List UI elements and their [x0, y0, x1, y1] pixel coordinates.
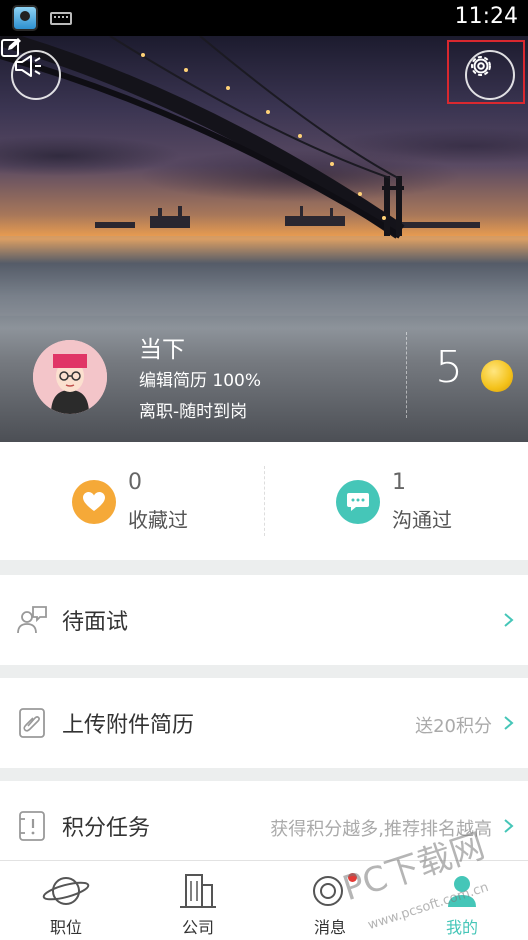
- message-icon: [313, 876, 343, 906]
- edit-icon[interactable]: [0, 36, 22, 58]
- stats-panel: 0 收藏过 1 沟通过: [0, 442, 528, 560]
- tab-label: 公司: [181, 918, 214, 937]
- gear-icon: [471, 56, 491, 76]
- menu-item-upload-resume[interactable]: 上传附件简历 送20积分: [0, 678, 528, 768]
- tasks-icon: [19, 811, 45, 841]
- job-status-text: 离职-随时到岗: [139, 402, 248, 422]
- profile-header: 当下 编辑简历 100% 离职-随时到岗 5: [0, 36, 528, 442]
- header-divider: [406, 332, 407, 418]
- resume-progress-link[interactable]: 编辑简历 100%: [139, 366, 261, 391]
- menu-item-hint: 送20积分: [415, 716, 492, 737]
- bottom-tab-bar: 职位 公司 消息 我的: [0, 860, 528, 940]
- contacted-count: 1: [392, 470, 406, 495]
- menu-item-label: 待面试: [62, 610, 129, 635]
- points-count[interactable]: 5: [435, 342, 463, 393]
- attachment-icon: [19, 708, 45, 738]
- menu-item-pending-interviews[interactable]: 待面试: [0, 575, 528, 665]
- tab-company[interactable]: 公司: [132, 861, 264, 940]
- status-bar: 11:24: [0, 0, 528, 36]
- contacted-badge: [336, 480, 380, 524]
- chevron-right-icon: [504, 613, 514, 627]
- contacted-stat[interactable]: 1 沟通过: [264, 442, 528, 560]
- tab-label: 消息: [313, 918, 346, 937]
- menu-item-hint: 获得积分越多,推荐排名越高: [270, 819, 492, 840]
- app-notification-icon: [12, 5, 38, 31]
- menu-item-label: 上传附件简历: [62, 713, 195, 738]
- favorites-count: 0: [128, 470, 142, 495]
- chat-bubble-icon: [347, 493, 369, 511]
- status-time: 11:24: [454, 4, 518, 29]
- menu-item-label: 积分任务: [62, 816, 151, 841]
- tab-mine[interactable]: 我的: [396, 861, 528, 940]
- profile-icon: [448, 876, 476, 907]
- avatar[interactable]: [33, 340, 107, 414]
- contacted-label: 沟通过: [392, 508, 452, 532]
- unread-badge: [348, 873, 357, 882]
- favorites-badge: [72, 480, 116, 524]
- favorites-stat[interactable]: 0 收藏过: [0, 442, 264, 560]
- settings-button[interactable]: [465, 50, 515, 100]
- tab-messages[interactable]: 消息: [264, 861, 396, 940]
- favorites-label: 收藏过: [128, 508, 188, 532]
- planet-icon: [42, 877, 90, 905]
- heart-icon: [83, 492, 105, 511]
- profile-name: 当下: [139, 337, 185, 363]
- tab-label: 职位: [49, 918, 82, 937]
- building-icon: [180, 874, 216, 908]
- coin-icon: [481, 360, 513, 392]
- keyboard-icon: [50, 12, 72, 25]
- chevron-right-icon: [504, 716, 514, 730]
- avatar-illustration: [33, 340, 107, 414]
- tab-jobs[interactable]: 职位: [0, 861, 132, 940]
- interview-icon: [17, 606, 47, 634]
- menu-item-points-tasks[interactable]: 积分任务 获得积分越多,推荐排名越高: [0, 781, 528, 871]
- tab-label: 我的: [445, 918, 478, 937]
- chevron-right-icon: [504, 819, 514, 833]
